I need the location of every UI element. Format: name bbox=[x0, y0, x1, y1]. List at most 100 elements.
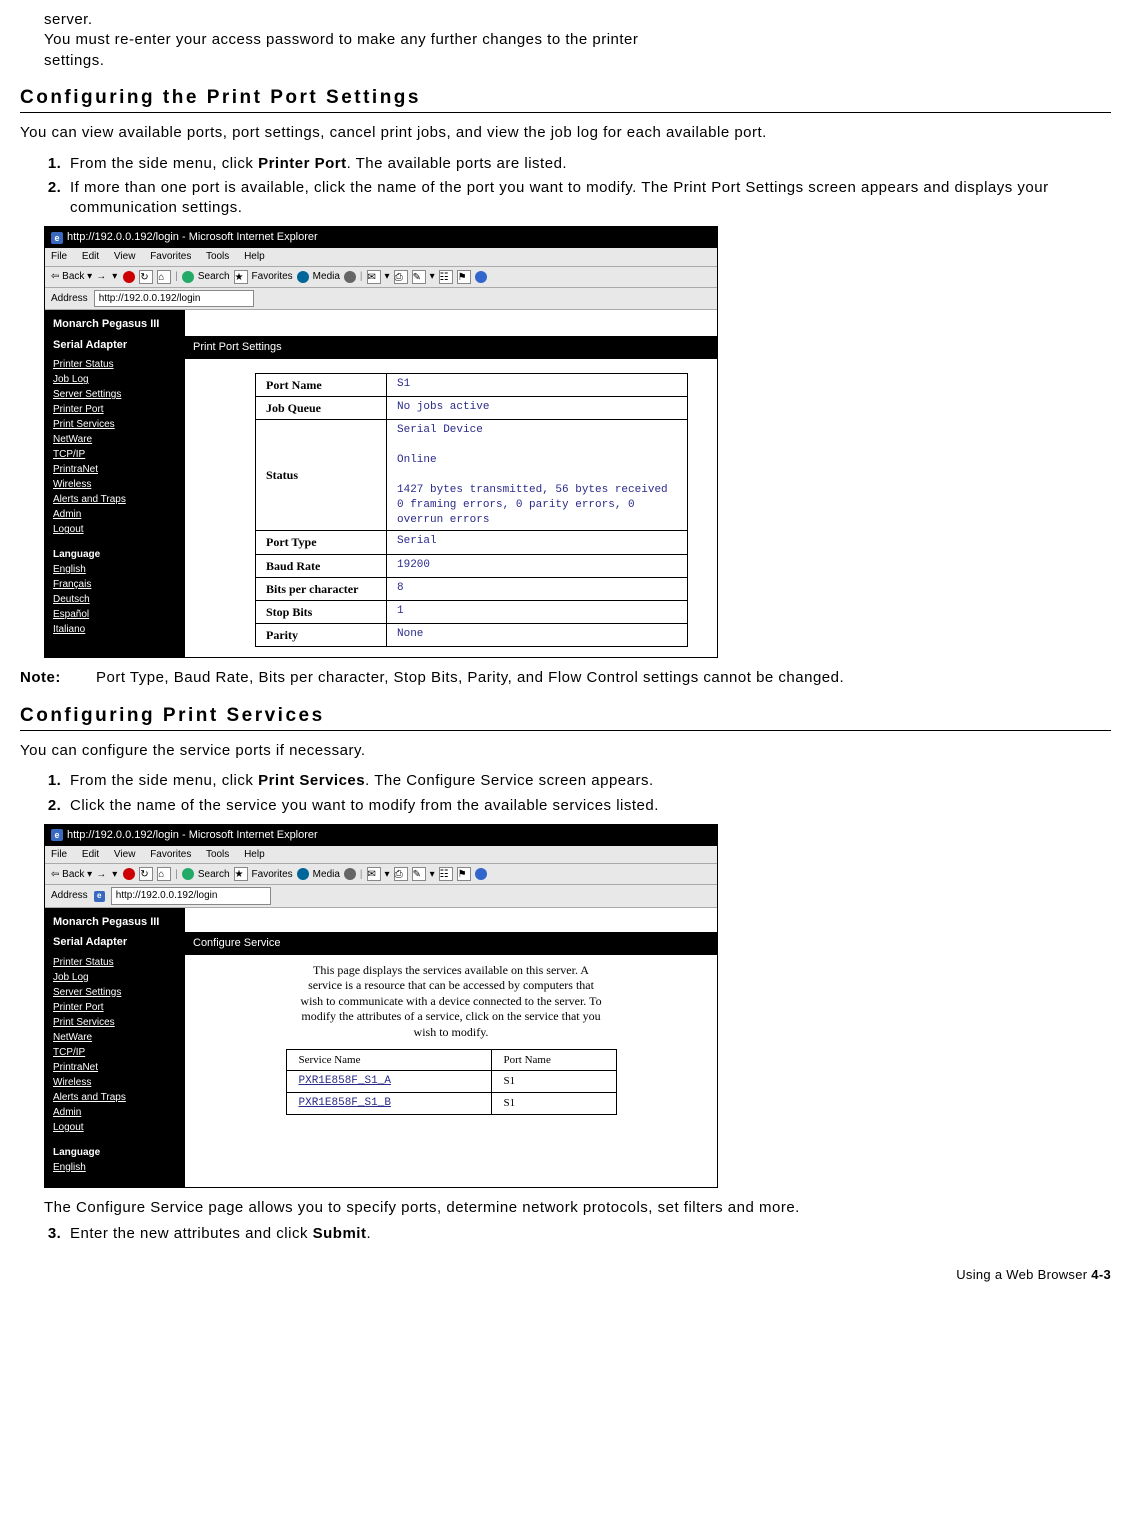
s1-step2: If more than one port is available, clic… bbox=[66, 178, 1111, 219]
intro-l1: server. bbox=[44, 11, 93, 28]
search-icon[interactable] bbox=[182, 271, 194, 283]
back-button[interactable]: ⇦ Back ▾ bbox=[51, 868, 92, 882]
home-icon[interactable]: ⌂ bbox=[157, 867, 171, 881]
address-bar: Address http://192.0.0.192/login bbox=[45, 288, 717, 311]
back-button[interactable]: ⇦ Back ▾ bbox=[51, 270, 92, 284]
lang-deutsch[interactable]: Deutsch bbox=[53, 592, 177, 607]
sidebar-item-job-log[interactable]: Job Log bbox=[53, 372, 177, 387]
section2-p1: You can configure the service ports if n… bbox=[20, 741, 1111, 761]
sidebar-item-alerts[interactable]: Alerts and Traps bbox=[53, 492, 177, 507]
history-icon[interactable] bbox=[344, 271, 356, 283]
sidebar-item-wireless[interactable]: Wireless bbox=[53, 477, 177, 492]
url-field[interactable]: http://192.0.0.192/login bbox=[94, 290, 254, 308]
favorites-icon[interactable]: ★ bbox=[234, 867, 248, 881]
history-icon[interactable] bbox=[344, 868, 356, 880]
forward-button[interactable]: → bbox=[96, 270, 106, 284]
panel-header: Print Port Settings bbox=[185, 336, 717, 359]
sidebar: Monarch Pegasus III Serial Adapter Print… bbox=[45, 908, 185, 1187]
discuss-icon[interactable]: ☷ bbox=[439, 270, 453, 284]
lang-espanol[interactable]: Español bbox=[53, 607, 177, 622]
stop-icon[interactable] bbox=[123, 868, 135, 880]
window-titlebar: e http://192.0.0.192/login - Microsoft I… bbox=[45, 227, 717, 248]
sidebar: Monarch Pegasus III Serial Adapter Print… bbox=[45, 310, 185, 657]
sidebar-item-wireless[interactable]: Wireless bbox=[53, 1075, 177, 1090]
favorites-icon[interactable]: ★ bbox=[234, 270, 248, 284]
tool-icon[interactable]: ⚑ bbox=[457, 867, 471, 881]
ie-icon: e bbox=[51, 232, 63, 244]
service-table: Service NamePort Name PXR1E858F_S1_AS1 P… bbox=[286, 1049, 617, 1116]
sidebar-item-printer-port[interactable]: Printer Port bbox=[53, 402, 177, 417]
edit-icon[interactable]: ✎ bbox=[412, 270, 426, 284]
mail-icon[interactable]: ✉ bbox=[367, 867, 381, 881]
btn-icon[interactable] bbox=[475, 271, 487, 283]
search-icon[interactable] bbox=[182, 868, 194, 880]
sidebar-item-netware[interactable]: NetWare bbox=[53, 1030, 177, 1045]
btn-icon[interactable] bbox=[475, 868, 487, 880]
lang-english[interactable]: English bbox=[53, 562, 177, 577]
window-titlebar: e http://192.0.0.192/login - Microsoft I… bbox=[45, 825, 717, 846]
url-field[interactable]: http://192.0.0.192/login bbox=[111, 887, 271, 905]
menu-bar: File Edit View Favorites Tools Help bbox=[45, 846, 717, 865]
sidebar-item-netware[interactable]: NetWare bbox=[53, 432, 177, 447]
sidebar-item-admin[interactable]: Admin bbox=[53, 1105, 177, 1120]
lang-english[interactable]: English bbox=[53, 1160, 177, 1175]
sidebar-item-printer-status[interactable]: Printer Status bbox=[53, 357, 177, 372]
sidebar-item-job-log[interactable]: Job Log bbox=[53, 970, 177, 985]
sidebar-item-printranet[interactable]: PrintraNet bbox=[53, 1060, 177, 1075]
intro-continuation: server. You must re-enter your access pa… bbox=[44, 10, 1111, 71]
refresh-icon[interactable]: ↻ bbox=[139, 867, 153, 881]
section1-p1: You can view available ports, port setti… bbox=[20, 123, 1111, 143]
s2-step3: Enter the new attributes and click Submi… bbox=[66, 1224, 1111, 1244]
home-icon[interactable]: ⌂ bbox=[157, 270, 171, 284]
page-footer: Using a Web Browser 4-3 bbox=[20, 1266, 1111, 1284]
section1-heading: Configuring the Print Port Settings bbox=[20, 85, 1111, 114]
sidebar-item-logout[interactable]: Logout bbox=[53, 1120, 177, 1135]
address-bar: Address e http://192.0.0.192/login bbox=[45, 885, 717, 908]
sidebar-item-printranet[interactable]: PrintraNet bbox=[53, 462, 177, 477]
mail-icon[interactable]: ✉ bbox=[367, 270, 381, 284]
discuss-icon[interactable]: ☷ bbox=[439, 867, 453, 881]
refresh-icon[interactable]: ↻ bbox=[139, 270, 153, 284]
sidebar-item-tcpip[interactable]: TCP/IP bbox=[53, 1045, 177, 1060]
forward-button[interactable]: → bbox=[96, 868, 106, 882]
sidebar-item-server-settings[interactable]: Server Settings bbox=[53, 985, 177, 1000]
panel-header: Configure Service bbox=[185, 932, 717, 955]
print-icon[interactable]: ⎙ bbox=[394, 270, 408, 284]
after-ss2-text: The Configure Service page allows you to… bbox=[44, 1198, 1111, 1218]
sidebar-item-alerts[interactable]: Alerts and Traps bbox=[53, 1090, 177, 1105]
sidebar-item-admin[interactable]: Admin bbox=[53, 507, 177, 522]
sidebar-item-printer-port[interactable]: Printer Port bbox=[53, 1000, 177, 1015]
s2-step2: Click the name of the service you want t… bbox=[66, 796, 1111, 816]
stop-icon[interactable] bbox=[123, 271, 135, 283]
media-icon[interactable] bbox=[297, 271, 309, 283]
toolbar: ⇦ Back ▾ → ▾ ↻ ⌂ | Search ★Favorites Med… bbox=[45, 864, 717, 885]
menu-bar: File Edit View Favorites Tools Help bbox=[45, 248, 717, 267]
ie-icon: e bbox=[94, 891, 105, 902]
sidebar-item-print-services[interactable]: Print Services bbox=[53, 417, 177, 432]
sidebar-item-server-settings[interactable]: Server Settings bbox=[53, 387, 177, 402]
service-description: This page displays the services availabl… bbox=[296, 963, 606, 1041]
sidebar-item-printer-status[interactable]: Printer Status bbox=[53, 955, 177, 970]
service-link-1[interactable]: PXR1E858F_S1_A bbox=[286, 1071, 491, 1093]
toolbar: ⇦ Back ▾ → ▾ ↻ ⌂ | Search ★Favorites Med… bbox=[45, 267, 717, 288]
tool-icon[interactable]: ⚑ bbox=[457, 270, 471, 284]
s1-step1: From the side menu, click Printer Port. … bbox=[66, 154, 1111, 174]
print-icon[interactable]: ⎙ bbox=[394, 867, 408, 881]
note-block: Note: Port Type, Baud Rate, Bits per cha… bbox=[20, 668, 1111, 688]
edit-icon[interactable]: ✎ bbox=[412, 867, 426, 881]
sidebar-item-logout[interactable]: Logout bbox=[53, 522, 177, 537]
lang-francais[interactable]: Français bbox=[53, 577, 177, 592]
lang-italiano[interactable]: Italiano bbox=[53, 622, 177, 637]
sidebar-item-tcpip[interactable]: TCP/IP bbox=[53, 447, 177, 462]
intro-l2b: settings. bbox=[44, 52, 104, 69]
s2-step1: From the side menu, click Print Services… bbox=[66, 771, 1111, 791]
intro-l2a: You must re-enter your access password t… bbox=[44, 31, 638, 48]
service-link-2[interactable]: PXR1E858F_S1_B bbox=[286, 1093, 491, 1115]
media-icon[interactable] bbox=[297, 868, 309, 880]
section2-heading: Configuring Print Services bbox=[20, 703, 1111, 732]
ie-icon: e bbox=[51, 829, 63, 841]
port-settings-table: Port NameS1 Job QueueNo jobs active Stat… bbox=[255, 373, 688, 647]
screenshot-configure-service: e http://192.0.0.192/login - Microsoft I… bbox=[44, 824, 718, 1188]
sidebar-item-print-services[interactable]: Print Services bbox=[53, 1015, 177, 1030]
screenshot-print-port-settings: e http://192.0.0.192/login - Microsoft I… bbox=[44, 226, 718, 658]
